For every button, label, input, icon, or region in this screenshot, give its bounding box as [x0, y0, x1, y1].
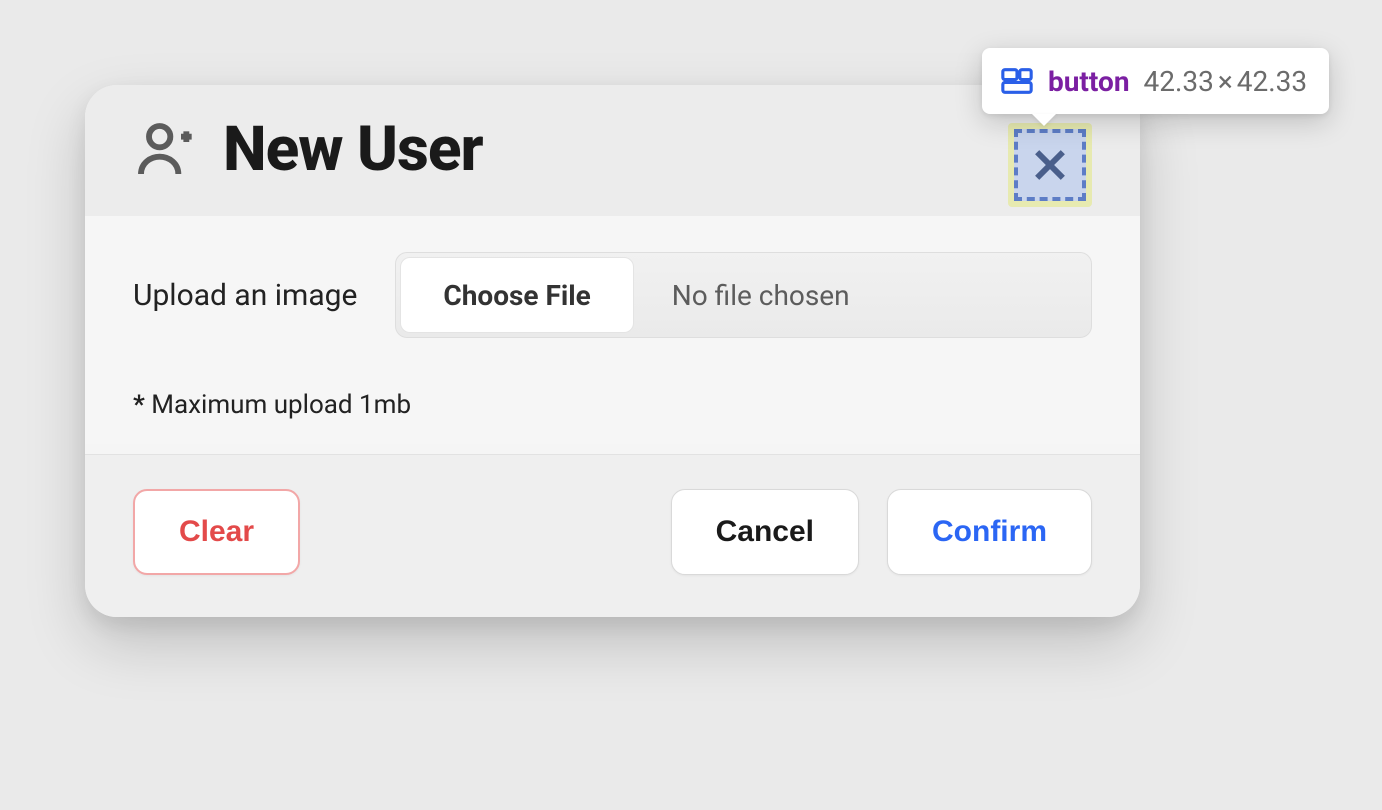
- file-status-text: No file chosen: [638, 253, 884, 337]
- upload-row: Upload an image Choose File No file chos…: [133, 252, 1092, 338]
- clear-button[interactable]: Clear: [133, 489, 300, 575]
- dialog-body: Upload an image Choose File No file chos…: [85, 216, 1140, 444]
- footer-right-group: Cancel Confirm: [671, 489, 1092, 575]
- inspector-element-name: button: [1048, 65, 1130, 98]
- upload-label: Upload an image: [133, 278, 357, 313]
- note-asterisk: *: [133, 390, 145, 420]
- note-text: Maximum upload 1mb: [145, 390, 411, 420]
- inspector-dimensions: 42.33×42.33: [1144, 65, 1308, 98]
- devtools-inspector-tooltip: button 42.33×42.33: [982, 48, 1329, 114]
- grid-icon: [1000, 64, 1034, 98]
- inspector-width: 42.33: [1144, 65, 1214, 98]
- upload-note: * Maximum upload 1mb: [133, 390, 1092, 420]
- new-user-dialog: New User Upload an image Choose File No …: [85, 85, 1140, 617]
- confirm-button[interactable]: Confirm: [887, 489, 1092, 575]
- dialog-footer: Clear Cancel Confirm: [85, 454, 1140, 617]
- close-button[interactable]: [1008, 123, 1092, 207]
- close-button-highlight: [1014, 129, 1086, 201]
- dialog-title-wrap: New User: [133, 113, 483, 186]
- file-input[interactable]: Choose File No file chosen: [395, 252, 1092, 338]
- user-plus-icon: [133, 118, 197, 182]
- inspector-height: 42.33: [1237, 65, 1307, 98]
- inspector-times: ×: [1214, 65, 1237, 98]
- close-icon: [1028, 143, 1072, 187]
- cancel-button[interactable]: Cancel: [671, 489, 859, 575]
- dialog-title: New User: [223, 113, 483, 186]
- choose-file-button[interactable]: Choose File: [400, 257, 633, 333]
